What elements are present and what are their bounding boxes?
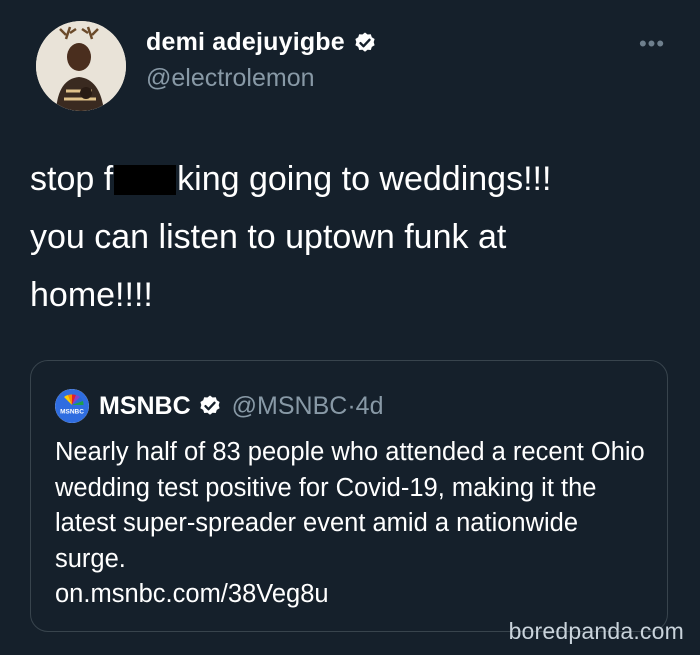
author-display-name[interactable]: demi adejuyigbe (146, 28, 345, 57)
quoted-tweet-link[interactable]: on.msnbc.com/38Veg8u (55, 577, 655, 613)
avatar-image (36, 21, 126, 111)
quoted-author-handle[interactable]: @MSNBC·4d (232, 392, 384, 421)
author-handle[interactable]: @electrolemon (146, 64, 315, 93)
watermark: boredpanda.com (508, 618, 684, 644)
quoted-tweet-body: Nearly half of 83 people who attended a … (55, 438, 645, 573)
separator-dot: · (347, 391, 356, 420)
tweet-text-segment: king going to weddings!!! (177, 160, 552, 198)
quoted-tweet-text: Nearly half of 83 people who attended a … (55, 435, 655, 613)
tweet-text: stop f king going to weddings!!! you can … (30, 150, 670, 324)
more-horizontal-icon: ••• (638, 31, 666, 56)
tweet-text-segment: stop f (30, 160, 114, 198)
quoted-author-avatar: MSNBC (55, 389, 89, 423)
quoted-handle-text: @MSNBC (231, 391, 348, 420)
avatar[interactable] (36, 21, 126, 111)
more-options-button[interactable]: ••• (630, 30, 674, 58)
verified-badge-icon (355, 32, 375, 52)
msnbc-logo-icon: MSNBC (55, 389, 89, 423)
tweet-text-line-2: you can listen to uptown funk at (30, 218, 507, 256)
censor-bar (114, 165, 177, 195)
author-name-row: demi adejuyigbe (146, 28, 377, 57)
tweet-text-line-3: home!!!! (30, 276, 153, 314)
verified-badge-icon (200, 395, 220, 415)
tweet-text-line-1: stop f king going to weddings!!! (30, 150, 670, 208)
quoted-author-name[interactable]: MSNBC (99, 392, 191, 421)
svg-text:MSNBC: MSNBC (60, 409, 84, 416)
quoted-tweet-card[interactable]: MSNBC MSNBC @MSNBC·4d Nearly half of 83 … (30, 360, 668, 632)
quoted-tweet-age: 4d (355, 391, 384, 420)
quoted-tweet-header: MSNBC MSNBC @MSNBC·4d (55, 389, 383, 423)
